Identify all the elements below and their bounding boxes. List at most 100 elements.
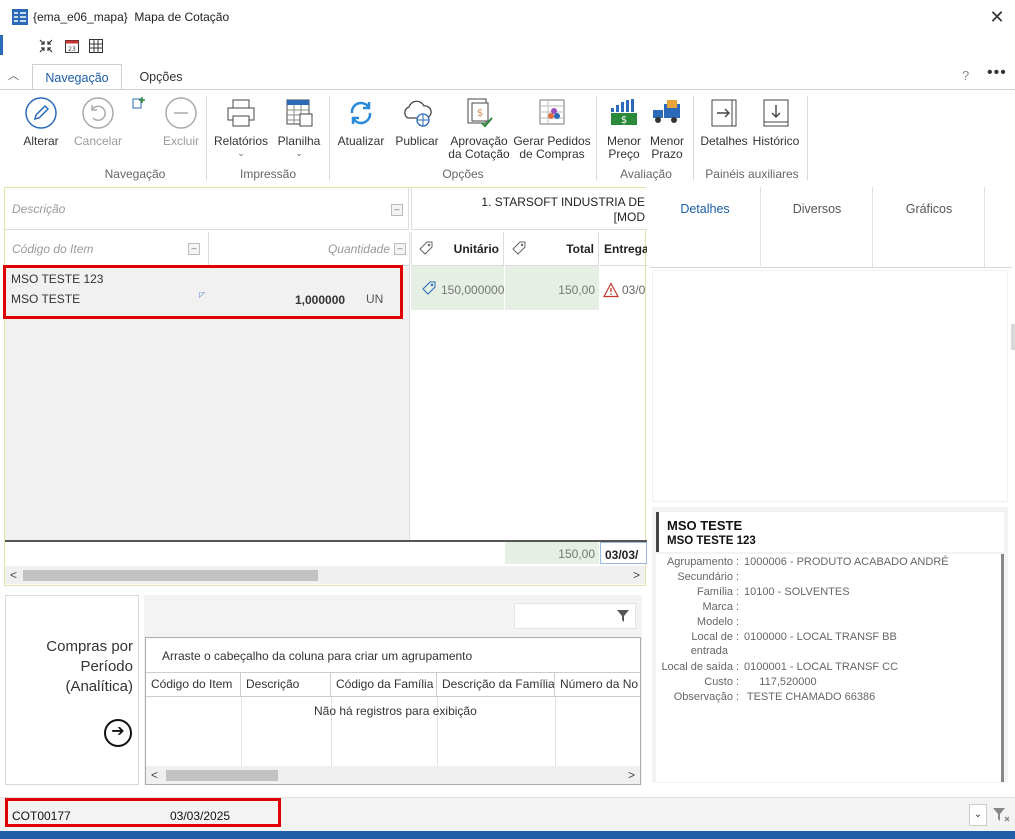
chevron-up-icon[interactable]: ︿ [8, 67, 22, 82]
tab-graficos[interactable]: Gráficos [874, 187, 985, 267]
help-button[interactable]: ? [962, 68, 969, 83]
info-colon: : [736, 691, 740, 703]
item-description: MSO TESTE [11, 292, 81, 306]
app-logo-icon [12, 9, 28, 25]
col-descricao-familia[interactable]: Descrição da Família [437, 673, 555, 697]
compras-por-periodo-card[interactable]: Compras por Período (Analítica) ➔ [5, 595, 139, 785]
scroll-left-icon[interactable]: < [10, 568, 17, 582]
close-button[interactable]: ✕ [985, 6, 1009, 28]
scroll-thumb[interactable] [166, 770, 278, 781]
excluir-button[interactable]: Excluir [158, 96, 204, 148]
gerar-pedidos-button[interactable]: Gerar Pedidos de Compras [513, 96, 591, 161]
filter-toggle-icon[interactable]: – [391, 204, 403, 216]
aprovacao-button[interactable]: $ Aprovação da Cotação [447, 96, 511, 161]
info-value: TESTE CHAMADO 66386 [744, 691, 876, 703]
compras-title-1: Compras por [46, 638, 133, 655]
tab-opcoes[interactable]: Opções [130, 64, 192, 90]
filter-icon[interactable] [616, 609, 630, 623]
svg-text:$: $ [477, 108, 483, 119]
gerar-pedidos-label-1: Gerar Pedidos [513, 134, 591, 148]
historico-button[interactable]: Histórico [750, 96, 802, 148]
approve-document-icon: $ [467, 98, 493, 128]
total-value: 150,00 [558, 283, 595, 297]
info-label: Secundário [677, 571, 733, 583]
unit-price-cell[interactable]: 150,000000 [411, 266, 504, 310]
ribbon-separator [206, 96, 207, 180]
ribbon-separator [807, 96, 808, 180]
detalhes-label: Detalhes [700, 134, 748, 148]
codigo-header[interactable]: Código do Item – [5, 232, 209, 266]
col-descricao[interactable]: Descrição [241, 673, 331, 697]
info-colon: : [736, 676, 740, 688]
alterar-button[interactable]: Alterar [18, 96, 64, 148]
col-numero-nota[interactable]: Número da No [555, 673, 640, 697]
status-bar: COT00177 03/03/2025 ⌄ [0, 797, 1015, 831]
calendar-icon[interactable]: 23 [64, 38, 80, 54]
total-cell[interactable]: 150,00 [505, 266, 599, 310]
filter-input[interactable] [514, 603, 636, 629]
info-value: 0100000 - LOCAL TRANSF BB [744, 631, 897, 643]
group-impressao: Impressão [239, 167, 297, 181]
chevron-down-icon[interactable]: ⌄ [969, 804, 987, 826]
chevron-down-icon: ⌄ [295, 148, 303, 158]
entrega-header[interactable]: Entrega [600, 232, 647, 266]
filter-icon[interactable] [992, 807, 1010, 823]
atualizar-button[interactable]: Atualizar [334, 96, 388, 148]
tab-navegacao[interactable]: Navegação [32, 64, 122, 90]
ribbon-separator [693, 96, 694, 180]
quantidade-header[interactable]: Quantidade – [210, 232, 410, 266]
filter-toggle-icon[interactable]: – [394, 243, 406, 255]
supplier-header[interactable]: 1. STARSOFT INDUSTRIA DE [MOD [411, 188, 647, 230]
quotation-date: 03/03/2025 [170, 809, 231, 823]
scroll-left-icon[interactable]: < [151, 768, 158, 782]
entrega-header-label: Entrega [604, 242, 647, 256]
edit-pencil-icon [25, 97, 57, 129]
entrega-value: 03/0 [622, 283, 646, 297]
menor-preco-label-1: Menor [606, 134, 641, 148]
planilha-button[interactable]: Planilha ⌄ [274, 96, 324, 158]
col-codigo-familia[interactable]: Código da Família [331, 673, 437, 697]
info-colon: : [736, 601, 740, 613]
purchase-orders-icon [539, 99, 565, 125]
tab-diversos[interactable]: Diversos [762, 187, 873, 267]
info-label: Local de saída [661, 661, 733, 673]
horizontal-scrollbar[interactable]: < > [146, 766, 640, 784]
price-tag-icon [422, 281, 436, 295]
codigo-header-label: Código do Item [12, 242, 94, 256]
total-header[interactable]: Total [505, 232, 599, 266]
scroll-thumb[interactable] [23, 570, 318, 581]
collapse-arrows-icon[interactable] [38, 38, 54, 54]
tab-detalhes[interactable]: Detalhes [650, 187, 761, 267]
arrow-right-icon[interactable]: ➔ [104, 719, 132, 747]
relatorios-button[interactable]: Relatórios ⌄ [212, 96, 270, 158]
detalhes-button[interactable]: Detalhes [698, 96, 750, 148]
info-value: 0100001 - LOCAL TRANSF CC [744, 661, 899, 673]
descricao-header[interactable]: Descrição – [5, 188, 409, 230]
info-label: Modelo [696, 616, 733, 628]
delivery-truck-icon [653, 100, 680, 123]
col-codigo-item[interactable]: Código do Item [146, 673, 241, 697]
unitario-header[interactable]: Unitário [411, 232, 504, 266]
publicar-button[interactable]: Publicar [392, 96, 442, 148]
relatorios-label: Relatórios [213, 134, 269, 148]
add-item-icon[interactable] [132, 96, 146, 110]
menor-preco-button[interactable]: $ Menor Preço [602, 96, 646, 161]
menor-prazo-button[interactable]: Menor Prazo [646, 96, 688, 161]
title-bar: {ema_e06_mapa} Mapa de Cotação ✕ [0, 0, 1015, 34]
horizontal-scrollbar[interactable]: < > [5, 566, 645, 584]
scroll-right-icon[interactable]: > [628, 768, 635, 782]
more-options-button[interactable]: ••• [987, 64, 1007, 82]
filter-toggle-icon[interactable]: – [188, 243, 200, 255]
price-tag-icon [419, 241, 433, 255]
unit-price-value: 150,000000 [441, 283, 505, 297]
table-row[interactable]: MSO TESTE 123 MSO TESTE ◸ 1,000000 UN [5, 266, 409, 318]
chevron-down-icon: ⌄ [237, 148, 245, 158]
menor-prazo-label-1: Menor [649, 134, 684, 148]
info-colon: : [736, 556, 740, 568]
scroll-right-icon[interactable]: > [633, 568, 640, 582]
info-value: 117,520000 [744, 676, 817, 688]
detail-panel-icon [711, 99, 737, 127]
group-avaliacao: Avaliação [620, 167, 672, 181]
cancelar-button[interactable]: Cancelar [72, 96, 124, 148]
grid-layout-icon[interactable] [88, 38, 104, 54]
